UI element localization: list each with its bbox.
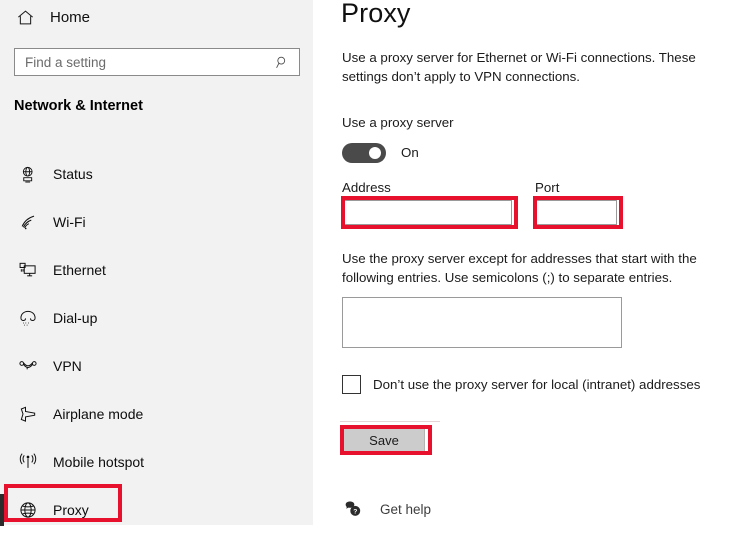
- sidebar-item-mobile-hotspot[interactable]: Mobile hotspot: [0, 438, 313, 486]
- sidebar-item-proxy[interactable]: Proxy: [0, 486, 313, 534]
- home-label: Home: [50, 8, 91, 26]
- sidebar-section-title: Network & Internet: [14, 98, 143, 114]
- sidebar-item-label: Wi-Fi: [53, 214, 86, 230]
- settings-window: Home Find a setting Network & Internet S…: [0, 0, 733, 526]
- home-nav-item[interactable]: Home: [14, 3, 90, 31]
- page-description: Use a proxy server for Ethernet or Wi-Fi…: [342, 50, 696, 84]
- page-title: Proxy: [341, 0, 411, 28]
- search-placeholder-text: Find a setting: [25, 54, 107, 70]
- sidebar-item-vpn[interactable]: VPN: [0, 342, 313, 390]
- get-help-label: Get help: [380, 501, 432, 517]
- sidebar-item-wifi[interactable]: Wi-Fi: [0, 198, 313, 246]
- sidebar-item-airplane-mode[interactable]: Airplane mode: [0, 390, 313, 438]
- port-label: Port: [535, 180, 560, 195]
- search-icon[interactable]: [270, 55, 294, 70]
- save-button[interactable]: Save: [343, 428, 425, 452]
- home-icon: [14, 6, 36, 28]
- address-input[interactable]: [342, 200, 512, 225]
- sidebar-item-dialup[interactable]: Dial-up: [0, 294, 313, 342]
- proxy-settings-panel: Proxy Use a proxy server for Ethernet or…: [313, 0, 733, 525]
- ethernet-icon: [16, 258, 40, 282]
- dialup-icon: [16, 306, 40, 330]
- airplane-icon: [16, 402, 40, 426]
- use-proxy-server-label: Use a proxy server: [342, 115, 454, 130]
- bypass-local-row[interactable]: Don’t use the proxy server for local (in…: [342, 375, 700, 394]
- sidebar-item-label: Mobile hotspot: [53, 454, 145, 470]
- svg-text:?: ?: [353, 509, 357, 516]
- hotspot-icon: [16, 450, 40, 474]
- port-input[interactable]: [535, 200, 617, 225]
- sidebar-item-label: Airplane mode: [53, 406, 144, 422]
- network-status-icon: [16, 162, 40, 186]
- vpn-icon: [16, 354, 40, 378]
- sidebar-item-ethernet[interactable]: Ethernet: [0, 246, 313, 294]
- bypass-local-label: Don’t use the proxy server for local (in…: [373, 377, 701, 392]
- toggle-state-label: On: [401, 145, 419, 160]
- search-input[interactable]: Find a setting: [14, 48, 300, 76]
- sidebar-item-label: VPN: [53, 358, 82, 374]
- sidebar-item-label: Dial-up: [53, 310, 98, 326]
- exceptions-textarea[interactable]: [342, 297, 622, 348]
- use-proxy-server-toggle[interactable]: [342, 143, 386, 163]
- sidebar-item-label: Status: [53, 166, 93, 182]
- settings-sidebar: Home Find a setting Network & Internet S…: [0, 0, 313, 526]
- address-label: Address: [342, 180, 391, 195]
- globe-icon: [16, 498, 40, 522]
- get-help-link[interactable]: ? Get help: [342, 498, 431, 520]
- exceptions-description: Use the proxy server except for addresse…: [342, 251, 697, 285]
- sidebar-item-label: Ethernet: [53, 262, 106, 278]
- bypass-local-checkbox[interactable]: [342, 375, 361, 394]
- sidebar-item-status[interactable]: Status: [0, 150, 313, 198]
- toggle-knob: [369, 147, 381, 159]
- divider: [340, 421, 440, 422]
- wifi-icon: [16, 210, 40, 234]
- help-bubble-icon: ?: [342, 498, 364, 520]
- sidebar-item-label: Proxy: [53, 502, 89, 518]
- sidebar-nav-list: Status Wi-Fi Ethernet Dial-up VPN Airpla…: [0, 150, 313, 534]
